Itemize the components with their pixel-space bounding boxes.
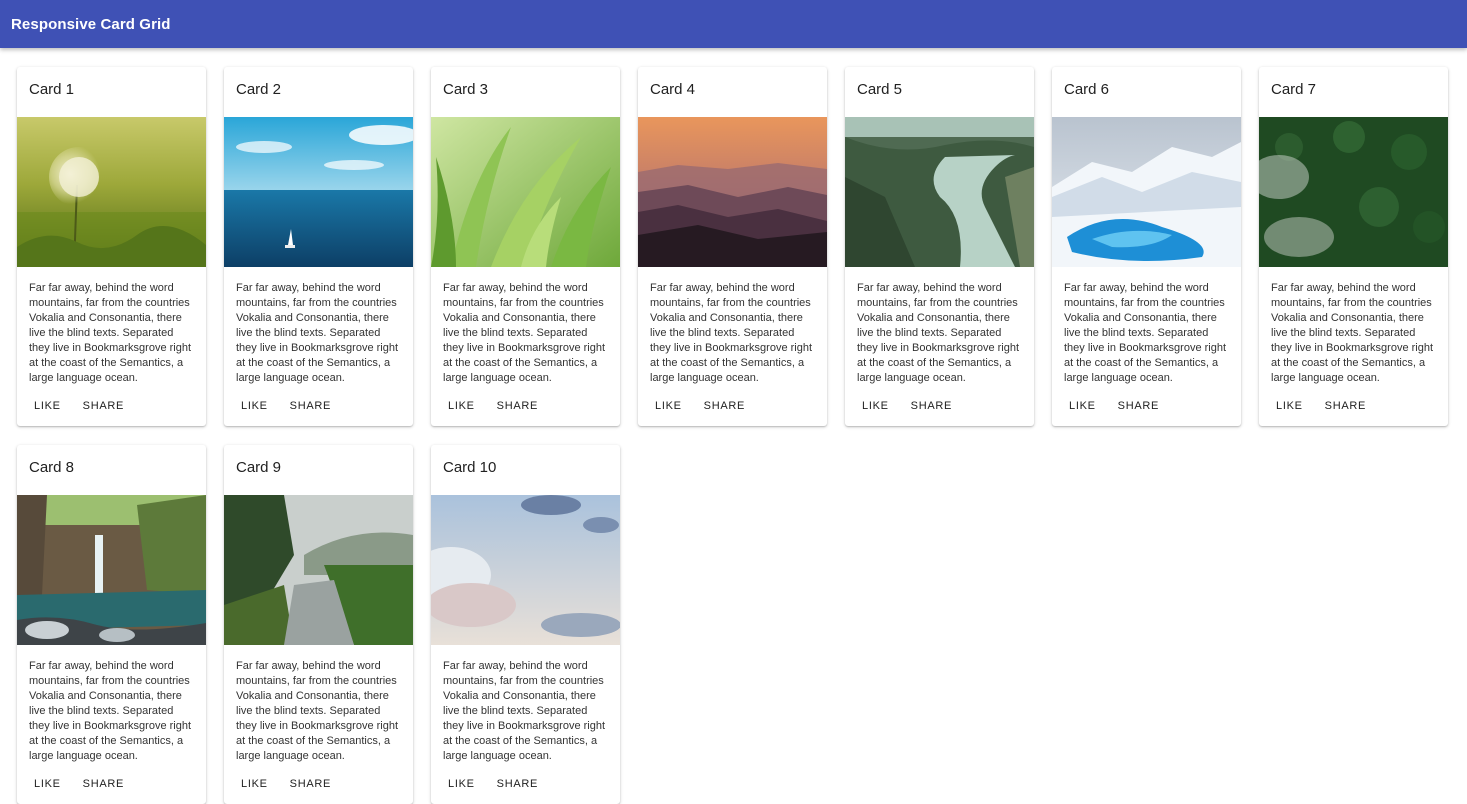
card-title: Card 7 [1271, 81, 1317, 98]
card-actions: LIKE SHARE [224, 769, 413, 799]
card-image [1259, 117, 1448, 267]
app-title: Responsive Card Grid [11, 15, 171, 33]
country-road-image [224, 495, 413, 645]
card: Card 7 Far far away, behind the word mou… [1259, 67, 1448, 426]
card-grid: Card 1 Far far away, behind the word mou… [17, 67, 1448, 804]
card-actions: LIKE SHARE [1259, 391, 1448, 421]
card-actions: LIKE SHARE [224, 391, 413, 421]
card-actions: LIKE SHARE [638, 391, 827, 421]
misty-forest-image [1259, 117, 1448, 267]
like-button[interactable]: LIKE [25, 396, 70, 416]
card-actions: LIKE SHARE [1052, 391, 1241, 421]
card-title: Card 4 [650, 81, 696, 98]
card-title: Card 3 [443, 81, 489, 98]
card: Card 4 Far far away, behind the word mou… [638, 67, 827, 426]
share-button[interactable]: SHARE [488, 774, 547, 794]
card-title: Card 10 [443, 459, 497, 476]
card-text: Far far away, behind the word mountains,… [236, 660, 399, 762]
glacier-ice-image [1052, 117, 1241, 267]
like-button[interactable]: LIKE [646, 396, 691, 416]
card-text: Far far away, behind the word mountains,… [443, 282, 606, 384]
like-button[interactable]: LIKE [439, 774, 484, 794]
card-text: Far far away, behind the word mountains,… [29, 660, 192, 762]
card-text: Far far away, behind the word mountains,… [29, 282, 192, 384]
share-button[interactable]: SHARE [1316, 396, 1375, 416]
card-actions: LIKE SHARE [17, 391, 206, 421]
card-text: Far far away, behind the word mountains,… [1271, 282, 1434, 384]
card-text: Far far away, behind the word mountains,… [236, 282, 399, 384]
share-button[interactable]: SHARE [902, 396, 961, 416]
card-actions: LIKE SHARE [431, 769, 620, 799]
card-actions: LIKE SHARE [845, 391, 1034, 421]
share-button[interactable]: SHARE [281, 396, 340, 416]
river-valley-image [845, 117, 1034, 267]
card-image [845, 117, 1034, 267]
like-button[interactable]: LIKE [25, 774, 70, 794]
waterfall-image [17, 495, 206, 645]
card-image [224, 117, 413, 267]
share-button[interactable]: SHARE [1109, 396, 1168, 416]
grass-closeup-image [431, 117, 620, 267]
card-actions: LIKE SHARE [17, 769, 206, 799]
like-button[interactable]: LIKE [1060, 396, 1105, 416]
card: Card 8 Far far away, behind the word mou… [17, 445, 206, 804]
card-text: Far far away, behind the word mountains,… [1064, 282, 1227, 384]
share-button[interactable]: SHARE [74, 774, 133, 794]
card-image [224, 495, 413, 645]
card-text: Far far away, behind the word mountains,… [650, 282, 813, 384]
ocean-sailboat-image [224, 117, 413, 267]
card: Card 10 Far far away, behind the word mo… [431, 445, 620, 804]
like-button[interactable]: LIKE [1267, 396, 1312, 416]
card: Card 6 Far far away, behind the word mou… [1052, 67, 1241, 426]
share-button[interactable]: SHARE [488, 396, 547, 416]
card-image [17, 117, 206, 267]
card-image [431, 495, 620, 645]
card-actions: LIKE SHARE [431, 391, 620, 421]
card-title: Card 1 [29, 81, 75, 98]
card-image [431, 117, 620, 267]
mountain-sunset-image [638, 117, 827, 267]
card-title: Card 2 [236, 81, 282, 98]
card: Card 3 Far far away, behind the word mou… [431, 67, 620, 426]
card: Card 5 Far far away, behind the word mou… [845, 67, 1034, 426]
cloudy-sky-image [431, 495, 620, 645]
share-button[interactable]: SHARE [74, 396, 133, 416]
card-text: Far far away, behind the word mountains,… [443, 660, 606, 762]
card: Card 2 Far far away, behind the word mou… [224, 67, 413, 426]
card-title: Card 5 [857, 81, 903, 98]
card: Card 9 Far far away, behind the word mou… [224, 445, 413, 804]
card-image [1052, 117, 1241, 267]
card-title: Card 9 [236, 459, 282, 476]
dandelion-meadow-image [17, 117, 206, 267]
card-image [638, 117, 827, 267]
like-button[interactable]: LIKE [232, 774, 277, 794]
card-text: Far far away, behind the word mountains,… [857, 282, 1020, 384]
like-button[interactable]: LIKE [439, 396, 484, 416]
like-button[interactable]: LIKE [232, 396, 277, 416]
like-button[interactable]: LIKE [853, 396, 898, 416]
app-bar: Responsive Card Grid [0, 0, 1467, 48]
card-title: Card 6 [1064, 81, 1110, 98]
share-button[interactable]: SHARE [281, 774, 340, 794]
card: Card 1 Far far away, behind the word mou… [17, 67, 206, 426]
card-title: Card 8 [29, 459, 75, 476]
card-image [17, 495, 206, 645]
share-button[interactable]: SHARE [695, 396, 754, 416]
